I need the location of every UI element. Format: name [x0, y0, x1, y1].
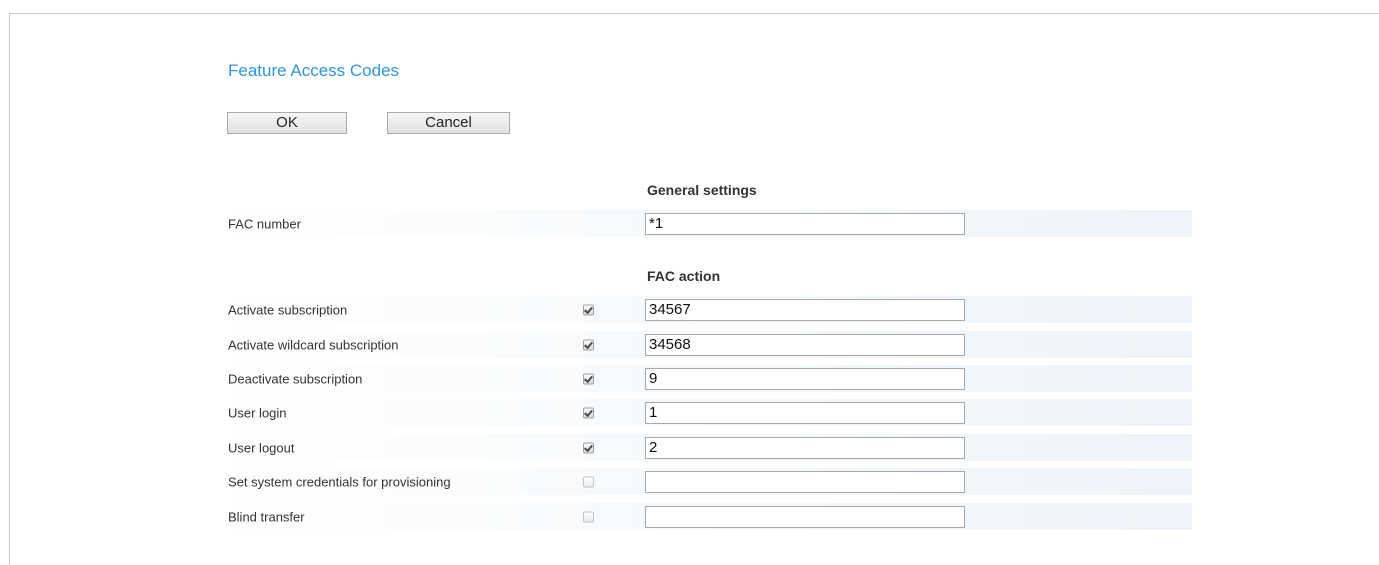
activate-wildcard-subscription-label: Activate wildcard subscription	[228, 337, 399, 352]
blind-transfer-checkbox[interactable]	[583, 511, 594, 522]
fac-number-label: FAC number	[228, 216, 301, 231]
set-system-credentials-input[interactable]	[645, 470, 965, 493]
fac-action-row-user-login: User login	[215, 399, 1192, 426]
fac-action-row-set-system-credentials: Set system credentials for provisioning	[215, 468, 1192, 495]
blind-transfer-input[interactable]	[645, 505, 965, 528]
activate-wildcard-subscription-checkbox[interactable]	[583, 339, 594, 350]
user-login-label: User login	[228, 405, 287, 420]
activate-subscription-input[interactable]	[645, 298, 965, 321]
fac-action-heading: FAC action	[647, 268, 721, 284]
user-logout-label: User logout	[228, 440, 295, 455]
cancel-button[interactable]: Cancel	[387, 112, 510, 134]
fac-number-input[interactable]	[645, 212, 965, 235]
page-title: Feature Access Codes	[228, 61, 400, 80]
blind-transfer-label: Blind transfer	[228, 509, 305, 524]
activate-wildcard-subscription-input[interactable]	[645, 333, 965, 356]
set-system-credentials-label: Set system credentials for provisioning	[228, 474, 451, 489]
fac-action-row-activate-wildcard-subscription: Activate wildcard subscription	[215, 331, 1192, 358]
fac-action-row-blind-transfer: Blind transfer	[215, 503, 1192, 530]
user-login-input[interactable]	[645, 401, 965, 424]
user-login-checkbox[interactable]	[583, 407, 594, 418]
fac-number-row: FAC number	[215, 210, 1192, 237]
ok-button[interactable]: OK	[227, 112, 347, 134]
general-settings-heading: General settings	[647, 182, 757, 198]
deactivate-subscription-input[interactable]	[645, 367, 965, 390]
deactivate-subscription-label: Deactivate subscription	[228, 371, 363, 386]
fac-action-row-user-logout: User logout	[215, 434, 1192, 461]
fac-action-row-deactivate-subscription: Deactivate subscription	[215, 365, 1192, 392]
user-logout-checkbox[interactable]	[583, 442, 594, 453]
activate-subscription-label: Activate subscription	[228, 302, 348, 317]
fac-action-row-activate-subscription: Activate subscription	[215, 296, 1192, 323]
deactivate-subscription-checkbox[interactable]	[583, 373, 594, 384]
activate-subscription-checkbox[interactable]	[583, 304, 594, 315]
set-system-credentials-checkbox[interactable]	[583, 476, 594, 487]
user-logout-input[interactable]	[645, 436, 965, 459]
